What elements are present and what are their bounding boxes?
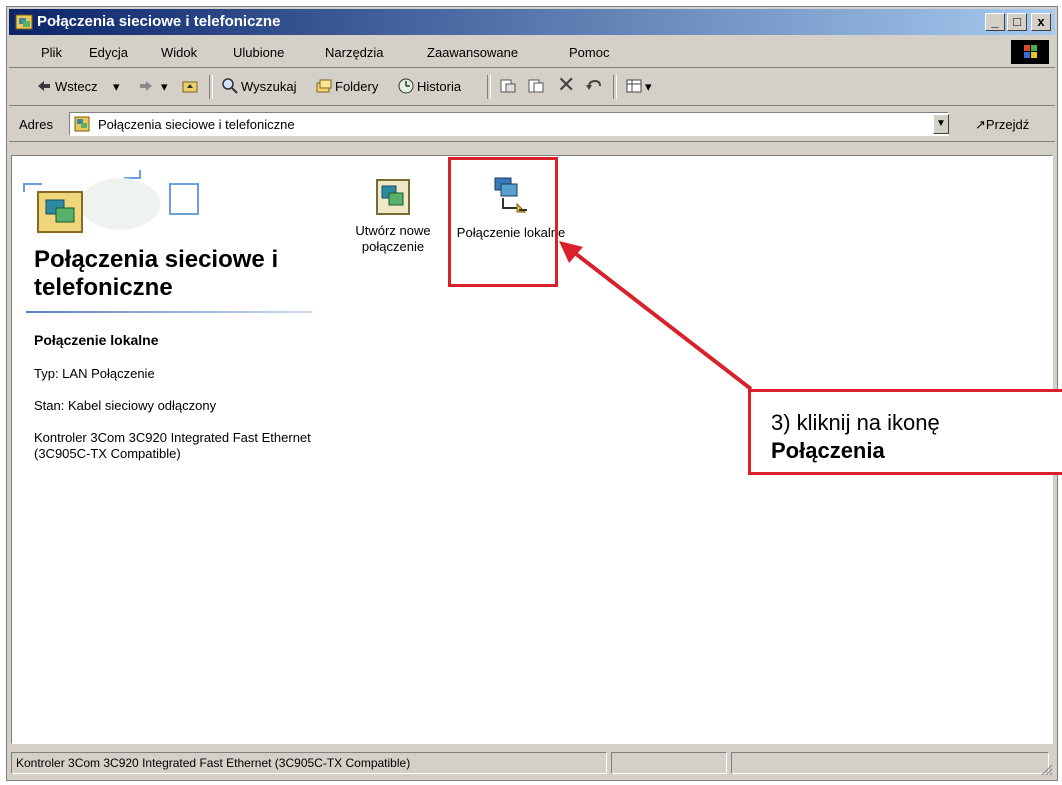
status-bar: Kontroler 3Com 3C920 Integrated Fast Eth…: [9, 748, 1055, 778]
callout-line-2: Połączenia: [771, 438, 885, 463]
status-pane-3: [731, 752, 1049, 774]
instruction-callout: 3) kliknij na ikonę Połączenia: [748, 389, 1062, 475]
status-text: Kontroler 3Com 3C920 Integrated Fast Eth…: [11, 752, 607, 774]
callout-line-1: 3) kliknij na ikonę: [771, 410, 940, 435]
status-pane-2: [611, 752, 727, 774]
explorer-window: Połączenia sieciowe i telefoniczne _ □ x…: [6, 6, 1062, 781]
resize-grip-icon[interactable]: [1039, 762, 1053, 776]
